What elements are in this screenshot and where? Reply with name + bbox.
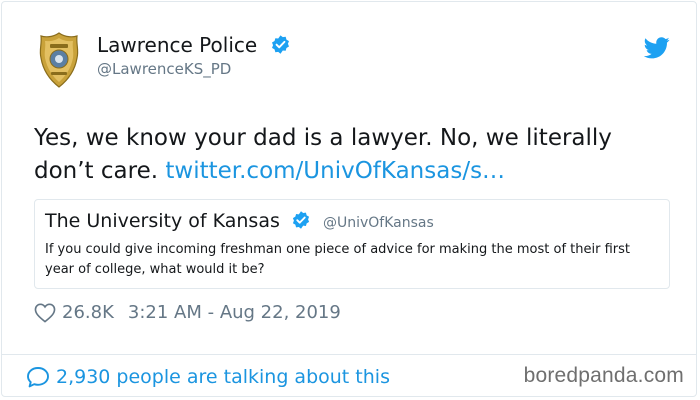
tweet-link[interactable]: twitter.com/UnivOfKansas/s… [165,158,505,184]
twitter-bird-icon[interactable] [644,37,670,59]
quoted-tweet[interactable]: The University of Kansas @UnivOfKansas I… [34,199,670,289]
tweet-timestamp[interactable]: 3:21 AM - Aug 22, 2019 [128,302,341,323]
speech-bubble-icon [27,367,49,388]
tweet-card: Lawrence Police @LawrenceKS_PD Yes, we k… [1,1,697,397]
heart-icon[interactable] [34,303,56,323]
quoted-verified-badge-icon [292,211,310,229]
verified-badge-icon [271,35,289,54]
author-name-text[interactable]: Lawrence Police [97,33,257,57]
tweet-text: Yes, we know your dad is a lawyer. No, w… [34,122,674,188]
footer-divider [2,354,696,355]
conversation-link[interactable]: 2,930 people are talking about this [26,366,390,388]
tweet-meta: 26.8K 3:21 AM - Aug 22, 2019 [34,302,341,323]
quoted-tweet-text: If you could give incoming freshman one … [45,242,630,277]
like-count[interactable]: 26.8K [62,302,114,323]
police-badge-icon[interactable] [38,32,80,88]
author-name[interactable]: Lawrence Police [97,33,291,57]
quoted-author-name[interactable]: The University of Kansas [45,210,280,232]
quoted-author[interactable]: The University of Kansas @UnivOfKansas [45,210,434,232]
boredpanda-watermark: boredpanda.com [523,364,684,387]
quoted-author-handle[interactable]: @UnivOfKansas [323,215,434,231]
conversation-count-text[interactable]: 2,930 people are talking about this [56,366,390,388]
author-handle[interactable]: @LawrenceKS_PD [97,60,231,78]
